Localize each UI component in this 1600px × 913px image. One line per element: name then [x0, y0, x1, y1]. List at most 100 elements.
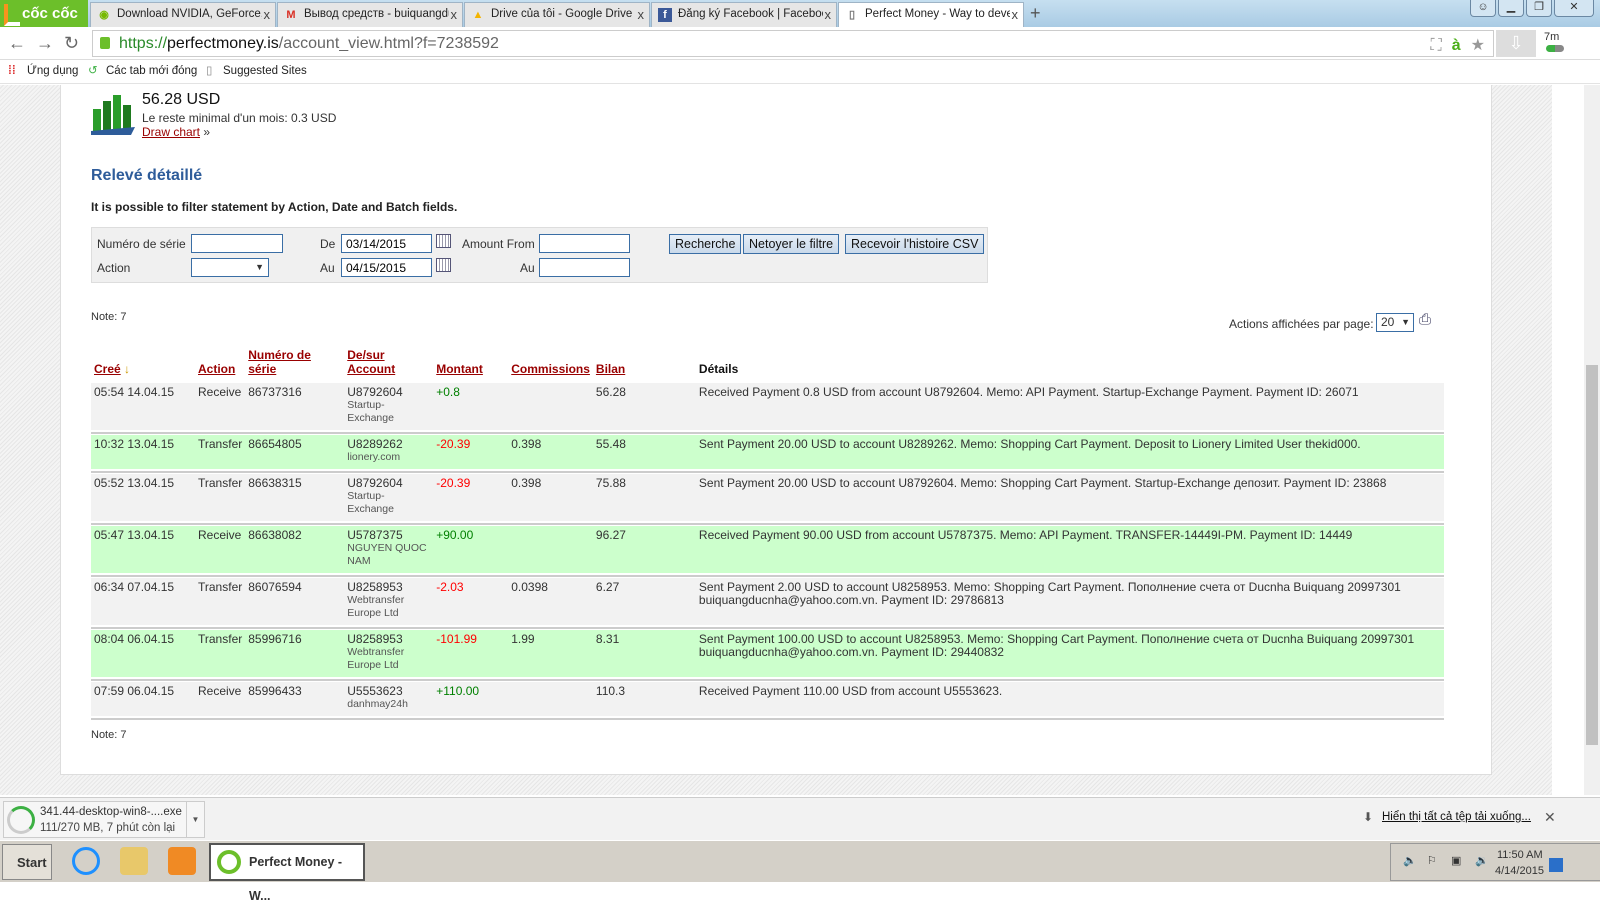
- bookmark-star-icon[interactable]: ★: [1471, 33, 1485, 58]
- show-desktop-icon[interactable]: [1549, 858, 1563, 872]
- volume-icon[interactable]: 🔉: [1475, 854, 1489, 867]
- lock-icon: [100, 37, 110, 49]
- tab-label: Đăng ký Facebook | Faceboo: [678, 8, 823, 20]
- account-name: Startup-Exchange: [347, 399, 394, 424]
- action-cell: Receive: [195, 526, 246, 575]
- download-icon[interactable]: ⇩: [1496, 30, 1536, 57]
- close-tab-icon[interactable]: x: [825, 3, 832, 26]
- details-cell: Sent Payment 100.00 USD to account U8258…: [695, 630, 1444, 679]
- from-date-input[interactable]: [341, 234, 432, 253]
- per-page-select[interactable]: 20 ▼: [1376, 313, 1414, 332]
- clock-date[interactable]: 4/14/2015: [1495, 865, 1544, 877]
- bookmark-apps[interactable]: Ứng dụng: [27, 60, 78, 82]
- action-select[interactable]: ▼: [191, 258, 269, 277]
- close-tab-icon[interactable]: x: [264, 3, 271, 26]
- tab-2[interactable]: M Вывод средств - buiquangdu x: [277, 2, 463, 27]
- speaker-icon[interactable]: 🔈: [1403, 854, 1417, 867]
- tab-1[interactable]: ◉ Download NVIDIA, GeForce, x: [90, 2, 276, 27]
- created-cell: 06:34 07.04.15: [91, 578, 195, 627]
- amount-to-input[interactable]: [539, 258, 630, 277]
- page-icon: ▯: [848, 9, 856, 21]
- commission-cell: 0.0398: [508, 578, 593, 627]
- section-title: Relevé détaillé: [91, 167, 203, 184]
- address-bar[interactable]: https://perfectmoney.is/account_view.htm…: [92, 30, 1494, 57]
- created-cell: 08:04 06.04.15: [91, 630, 195, 679]
- bookmark-suggested-sites[interactable]: Suggested Sites: [223, 60, 307, 82]
- download-filename: 341.44-desktop-win8-....exe: [40, 806, 182, 818]
- tab-label: Download NVIDIA, GeForce,: [117, 8, 262, 20]
- sort-balance[interactable]: Bilan: [596, 362, 625, 376]
- close-window-button[interactable]: ✕: [1554, 0, 1594, 17]
- dictionary-icon[interactable]: à: [1452, 33, 1461, 58]
- sort-serial[interactable]: Numéro de série: [248, 348, 311, 376]
- extension-badge[interactable]: 7m: [1544, 31, 1559, 43]
- start-button[interactable]: Start: [2, 844, 52, 880]
- serial-cell: 86076594: [245, 578, 345, 627]
- amount-from-input[interactable]: [539, 234, 630, 253]
- internet-explorer-icon[interactable]: [72, 847, 100, 875]
- browser-toolbar: ← → ↻ https://perfectmoney.is/account_vi…: [0, 27, 1600, 60]
- close-tab-icon[interactable]: x: [638, 3, 645, 26]
- bookmark-recent-tabs[interactable]: Các tab mới đóng: [106, 60, 197, 82]
- print-icon[interactable]: ⎙: [1419, 311, 1431, 328]
- created-cell: 07:59 06.04.15: [91, 682, 195, 718]
- calendar-icon[interactable]: [436, 258, 451, 272]
- close-download-bar-icon[interactable]: ✕: [1544, 809, 1556, 826]
- translate-icon[interactable]: ⛶: [1431, 33, 1442, 58]
- restore-button[interactable]: ❐: [1526, 0, 1552, 17]
- media-player-icon[interactable]: [168, 847, 196, 875]
- download-item[interactable]: 341.44-desktop-win8-....exe 111/270 MB, …: [3, 801, 205, 838]
- browser-logo[interactable]: cốc cốc: [0, 0, 88, 27]
- show-all-downloads-link[interactable]: Hiển thị tất cả tệp tải xuống...: [1382, 811, 1531, 823]
- scrollbar[interactable]: [1584, 85, 1600, 795]
- amount-cell: -20.39: [433, 474, 509, 523]
- amount-cell: +110.00: [433, 682, 509, 718]
- account-id: U8258953: [347, 580, 403, 594]
- to-date-input[interactable]: [341, 258, 432, 277]
- serial-input[interactable]: [191, 234, 283, 253]
- scrollbar-thumb[interactable]: [1586, 365, 1598, 745]
- amount-cell: -20.39: [433, 435, 509, 471]
- sort-amount[interactable]: Montant: [436, 362, 483, 376]
- clock-time[interactable]: 11:50 AM: [1497, 849, 1543, 861]
- serial-cell: 86638082: [245, 526, 345, 575]
- flag-icon[interactable]: ⚐: [1427, 854, 1437, 867]
- draw-chart-link[interactable]: Draw chart: [142, 125, 200, 139]
- dropdown-arrow-icon: ▼: [255, 262, 264, 272]
- tab-4[interactable]: f Đăng ký Facebook | Faceboo x: [651, 2, 837, 27]
- new-tab-button[interactable]: +: [1030, 3, 1041, 24]
- sort-created[interactable]: Creé: [94, 362, 121, 376]
- profile-icon[interactable]: ☺: [1470, 0, 1496, 17]
- download-menu-arrow-icon[interactable]: ▼: [186, 802, 204, 837]
- sort-commissions[interactable]: Commissions: [511, 362, 590, 376]
- commission-cell: [508, 383, 593, 432]
- amount-to-label: Au: [520, 261, 535, 275]
- sort-account[interactable]: De/sur Account: [347, 348, 395, 376]
- tab-3[interactable]: ▲ Drive của tôi - Google Drive x: [464, 2, 650, 27]
- action-cell: Transfer: [195, 474, 246, 523]
- calendar-icon[interactable]: [436, 234, 451, 248]
- file-explorer-icon[interactable]: [120, 847, 148, 875]
- download-bar: 341.44-desktop-win8-....exe 111/270 MB, …: [0, 797, 1600, 840]
- sort-action[interactable]: Action: [198, 362, 235, 376]
- account-id: U8258953: [347, 632, 403, 646]
- serial-cell: 85996433: [245, 682, 345, 718]
- extension-toggle-icon[interactable]: [1546, 45, 1564, 52]
- minimize-button[interactable]: ▁: [1498, 0, 1524, 17]
- taskbar: Start Perfect Money - W... 🔈 ⚐ ▣ 🔉 11:50…: [0, 840, 1600, 903]
- taskbar-app-perfect-money[interactable]: Perfect Money - W...: [209, 843, 365, 903]
- download-csv-button[interactable]: Recevoir l'histoire CSV: [845, 234, 985, 254]
- forward-icon[interactable]: →: [36, 33, 54, 54]
- account-name: NGUYEN QUOC NAM: [347, 542, 427, 567]
- close-tab-icon[interactable]: x: [451, 3, 458, 26]
- table-row: 06:34 07.04.15 Transfer 86076594 U825895…: [91, 578, 1444, 627]
- reload-icon[interactable]: ↻: [64, 33, 79, 54]
- note-count-bottom: Note: 7: [91, 729, 127, 741]
- search-button[interactable]: Recherche: [669, 234, 742, 254]
- close-tab-icon[interactable]: x: [1012, 3, 1019, 26]
- back-icon[interactable]: ←: [8, 33, 26, 54]
- account-cell: U5787375 NGUYEN QUOC NAM: [344, 526, 434, 575]
- network-icon[interactable]: ▣: [1451, 854, 1461, 867]
- clear-filter-button[interactable]: Netoyer le filtre: [743, 234, 840, 254]
- tab-5[interactable]: ▯ Perfect Money - Way to deve x: [838, 2, 1024, 27]
